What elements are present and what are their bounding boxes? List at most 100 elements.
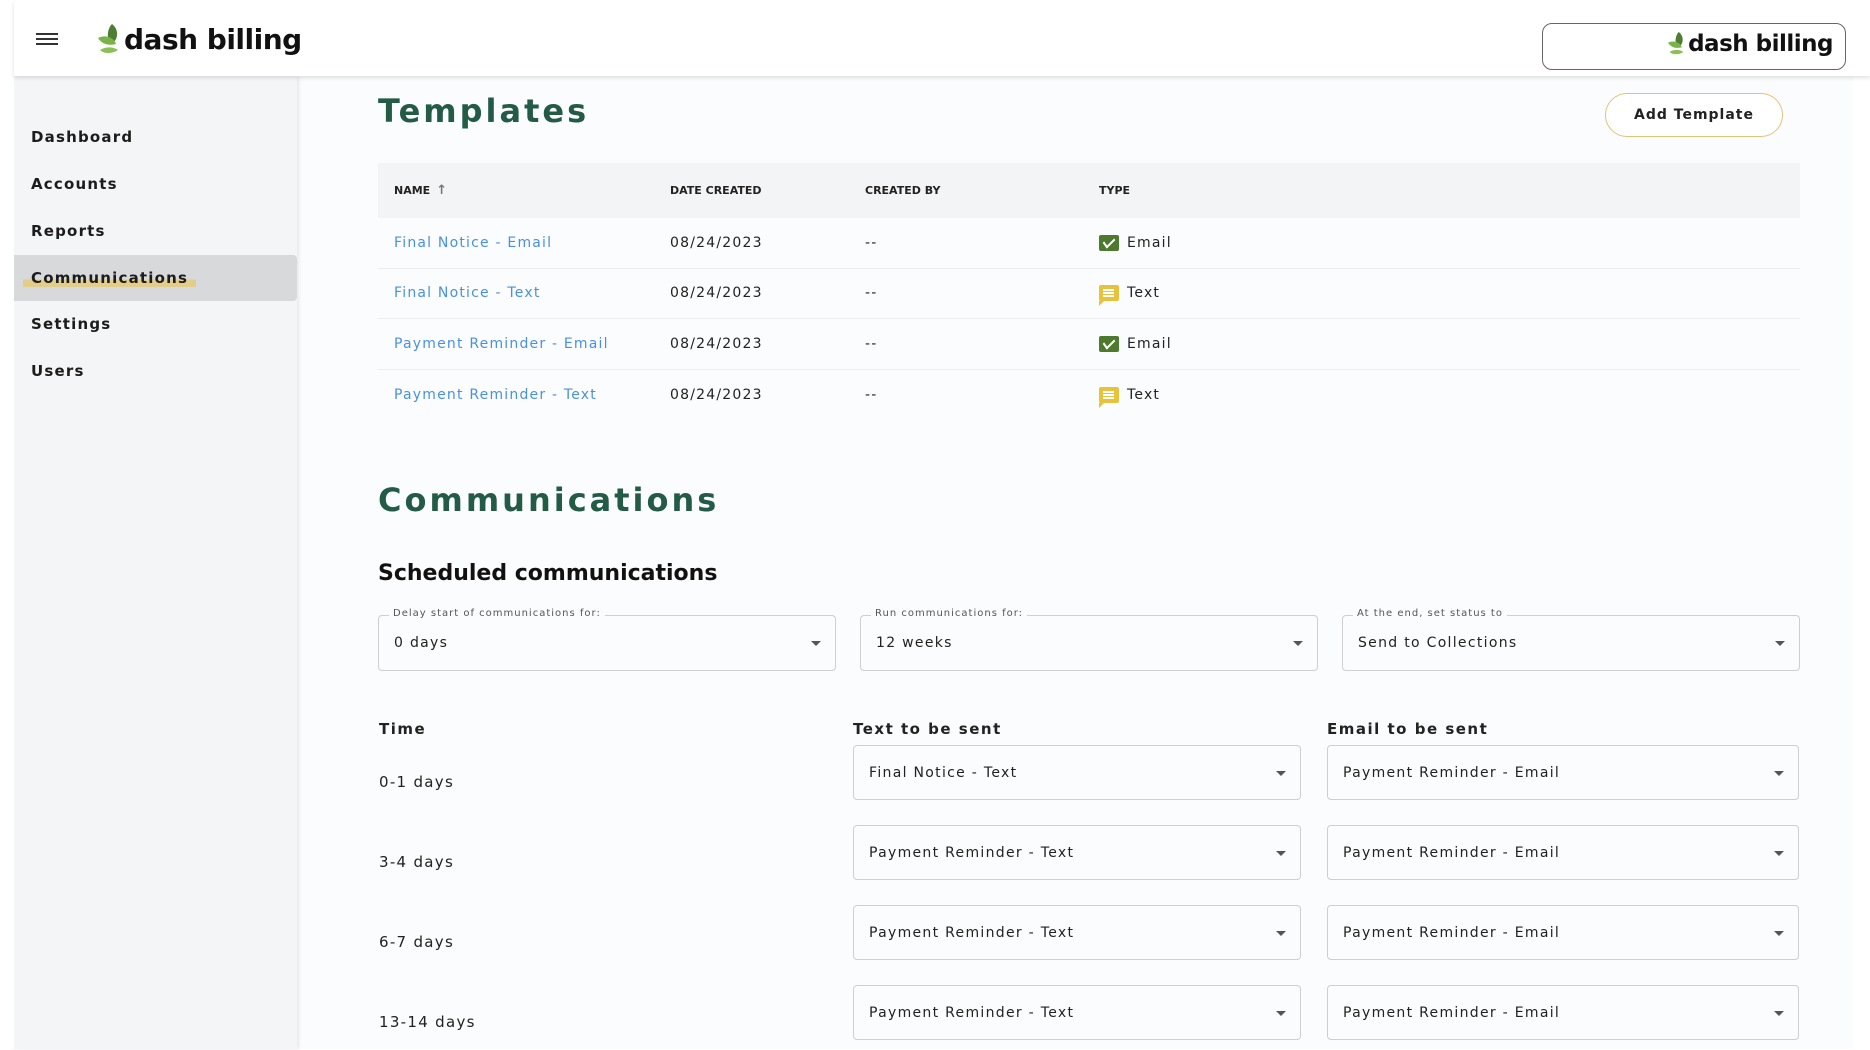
brand-logo[interactable]: dash billing — [98, 22, 302, 56]
schedule-time-label: 0-1 days — [379, 773, 455, 791]
selected-value: Payment Reminder - Text — [869, 844, 1075, 861]
brand-name: dash billing — [124, 23, 302, 56]
email-icon — [1099, 234, 1119, 251]
template-type: Email — [1127, 234, 1172, 251]
text-message-icon — [1099, 285, 1119, 307]
selected-value: Payment Reminder - Email — [1343, 1004, 1561, 1021]
template-type: Text — [1127, 386, 1161, 403]
table-header: NAME ↑ DATE CREATED CREATED BY TYPE — [378, 163, 1800, 218]
chevron-down-icon[interactable] — [1775, 641, 1785, 646]
table-row: Final Notice - Email 08/24/2023 -- Email — [378, 218, 1800, 269]
chevron-down-icon[interactable] — [1276, 930, 1286, 936]
schedule-time-label: 13-14 days — [379, 1013, 476, 1031]
column-label: NAME — [394, 184, 431, 197]
email-template-select[interactable]: Payment Reminder - Email — [1327, 985, 1799, 1040]
text-column-header: Text to be sent — [853, 720, 1002, 738]
selected-value: Send to Collections — [1358, 635, 1518, 651]
text-template-select[interactable]: Payment Reminder - Text — [853, 905, 1301, 960]
secondary-brand-logo: dash billing — [1668, 30, 1833, 57]
selected-value: 12 weeks — [876, 635, 953, 651]
email-template-select[interactable]: Payment Reminder - Email — [1327, 905, 1799, 960]
scheduled-communications-subtitle: Scheduled communications — [378, 561, 718, 586]
run-duration-select[interactable]: Run communications for: 12 weeks — [860, 608, 1318, 671]
chevron-down-icon[interactable] — [1293, 641, 1303, 646]
created-by: -- — [865, 285, 878, 302]
text-template-select[interactable]: Payment Reminder - Text — [853, 985, 1301, 1040]
field-label: Delay start of communications for: — [389, 608, 605, 619]
selected-value: Payment Reminder - Email — [1343, 844, 1561, 861]
table-row: Final Notice - Text 08/24/2023 -- Text — [378, 269, 1800, 319]
leaf-logo-icon — [98, 24, 118, 53]
sidebar-item-accounts[interactable]: Accounts — [14, 161, 297, 207]
column-header-name[interactable]: NAME ↑ — [378, 183, 670, 198]
account-logo-box[interactable]: dash billing — [1542, 23, 1846, 70]
chevron-down-icon[interactable] — [1774, 930, 1784, 936]
email-icon — [1099, 335, 1119, 352]
top-app-bar: dash billing dash billing — [14, 0, 1870, 76]
template-name-link[interactable]: Final Notice - Text — [394, 285, 541, 301]
table-row: Payment Reminder - Email 08/24/2023 -- E… — [378, 319, 1800, 370]
chevron-down-icon[interactable] — [811, 641, 821, 646]
sidebar-item-label: Users — [31, 362, 85, 380]
templates-table: NAME ↑ DATE CREATED CREATED BY TYPE Final… — [378, 163, 1800, 420]
sidebar-item-communications[interactable]: Communications — [14, 255, 297, 301]
selected-value: Payment Reminder - Text — [869, 924, 1075, 941]
chevron-down-icon[interactable] — [1774, 770, 1784, 776]
sidebar-item-label: Communications — [23, 269, 197, 287]
field-label: Run communications for: — [871, 608, 1028, 619]
selected-value: Payment Reminder - Email — [1343, 924, 1561, 941]
delay-start-select[interactable]: Delay start of communications for: 0 day… — [378, 608, 836, 671]
template-name-link[interactable]: Payment Reminder - Text — [394, 387, 597, 403]
sidebar-item-label: Dashboard — [31, 128, 134, 146]
created-by: -- — [865, 234, 878, 251]
date-created: 08/24/2023 — [670, 386, 763, 403]
date-created: 08/24/2023 — [670, 335, 763, 352]
add-template-button[interactable]: Add Template — [1605, 93, 1783, 137]
leaf-logo-icon — [1668, 31, 1684, 55]
sidebar-item-label: Accounts — [31, 175, 118, 193]
templates-title: Templates — [378, 92, 590, 130]
chevron-down-icon[interactable] — [1774, 850, 1784, 856]
arrow-up-icon[interactable]: ↑ — [436, 183, 447, 198]
template-type: Email — [1127, 335, 1172, 352]
communications-title: Communications — [378, 481, 720, 519]
template-type: Text — [1127, 285, 1161, 302]
text-template-select[interactable]: Payment Reminder - Text — [853, 825, 1301, 880]
column-header-created-by[interactable]: CREATED BY — [865, 184, 1099, 197]
sidebar-nav: Dashboard Accounts Reports Communication… — [14, 76, 297, 1049]
chevron-down-icon[interactable] — [1774, 1010, 1784, 1016]
sidebar-item-settings[interactable]: Settings — [14, 301, 297, 347]
field-label: At the end, set status to — [1353, 608, 1507, 619]
schedule-time-label: 6-7 days — [379, 933, 455, 951]
secondary-brand-name: dash billing — [1688, 31, 1833, 57]
text-template-select[interactable]: Final Notice - Text — [853, 745, 1301, 800]
created-by: -- — [865, 335, 878, 352]
template-name-link[interactable]: Final Notice - Email — [394, 235, 552, 251]
sidebar-item-users[interactable]: Users — [14, 348, 297, 394]
sidebar-item-label: Reports — [31, 222, 106, 240]
schedule-time-label: 3-4 days — [379, 853, 455, 871]
email-column-header: Email to be sent — [1327, 720, 1489, 738]
date-created: 08/24/2023 — [670, 234, 763, 251]
column-header-date-created[interactable]: DATE CREATED — [670, 184, 865, 197]
column-header-type[interactable]: TYPE — [1099, 184, 1800, 197]
selected-value: Final Notice - Text — [869, 764, 1018, 781]
template-name-link[interactable]: Payment Reminder - Email — [394, 336, 609, 352]
chevron-down-icon[interactable] — [1276, 1010, 1286, 1016]
time-column-header: Time — [379, 720, 427, 738]
sidebar-item-dashboard[interactable]: Dashboard — [14, 114, 297, 160]
sidebar-item-label: Settings — [31, 315, 112, 333]
email-template-select[interactable]: Payment Reminder - Email — [1327, 745, 1799, 800]
sidebar-item-reports[interactable]: Reports — [14, 208, 297, 254]
text-message-icon — [1099, 386, 1119, 408]
email-template-select[interactable]: Payment Reminder - Email — [1327, 825, 1799, 880]
hamburger-menu-icon[interactable] — [36, 30, 58, 48]
date-created: 08/24/2023 — [670, 285, 763, 302]
chevron-down-icon[interactable] — [1276, 770, 1286, 776]
main-content: Templates Add Template NAME ↑ DATE CREATE… — [297, 76, 1853, 1049]
created-by: -- — [865, 386, 878, 403]
end-status-select[interactable]: At the end, set status to Send to Collec… — [1342, 608, 1800, 671]
chevron-down-icon[interactable] — [1276, 850, 1286, 856]
selected-value: Payment Reminder - Email — [1343, 764, 1561, 781]
table-row: Payment Reminder - Text 08/24/2023 -- Te… — [378, 370, 1800, 421]
